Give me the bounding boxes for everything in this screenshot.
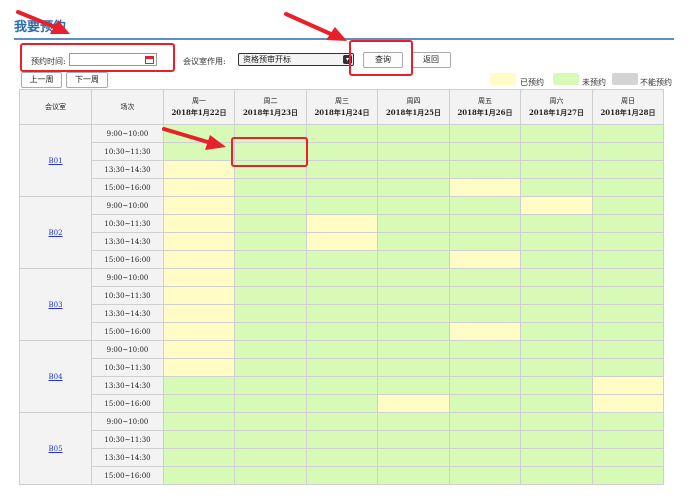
annotation-arrows bbox=[16, 10, 347, 150]
